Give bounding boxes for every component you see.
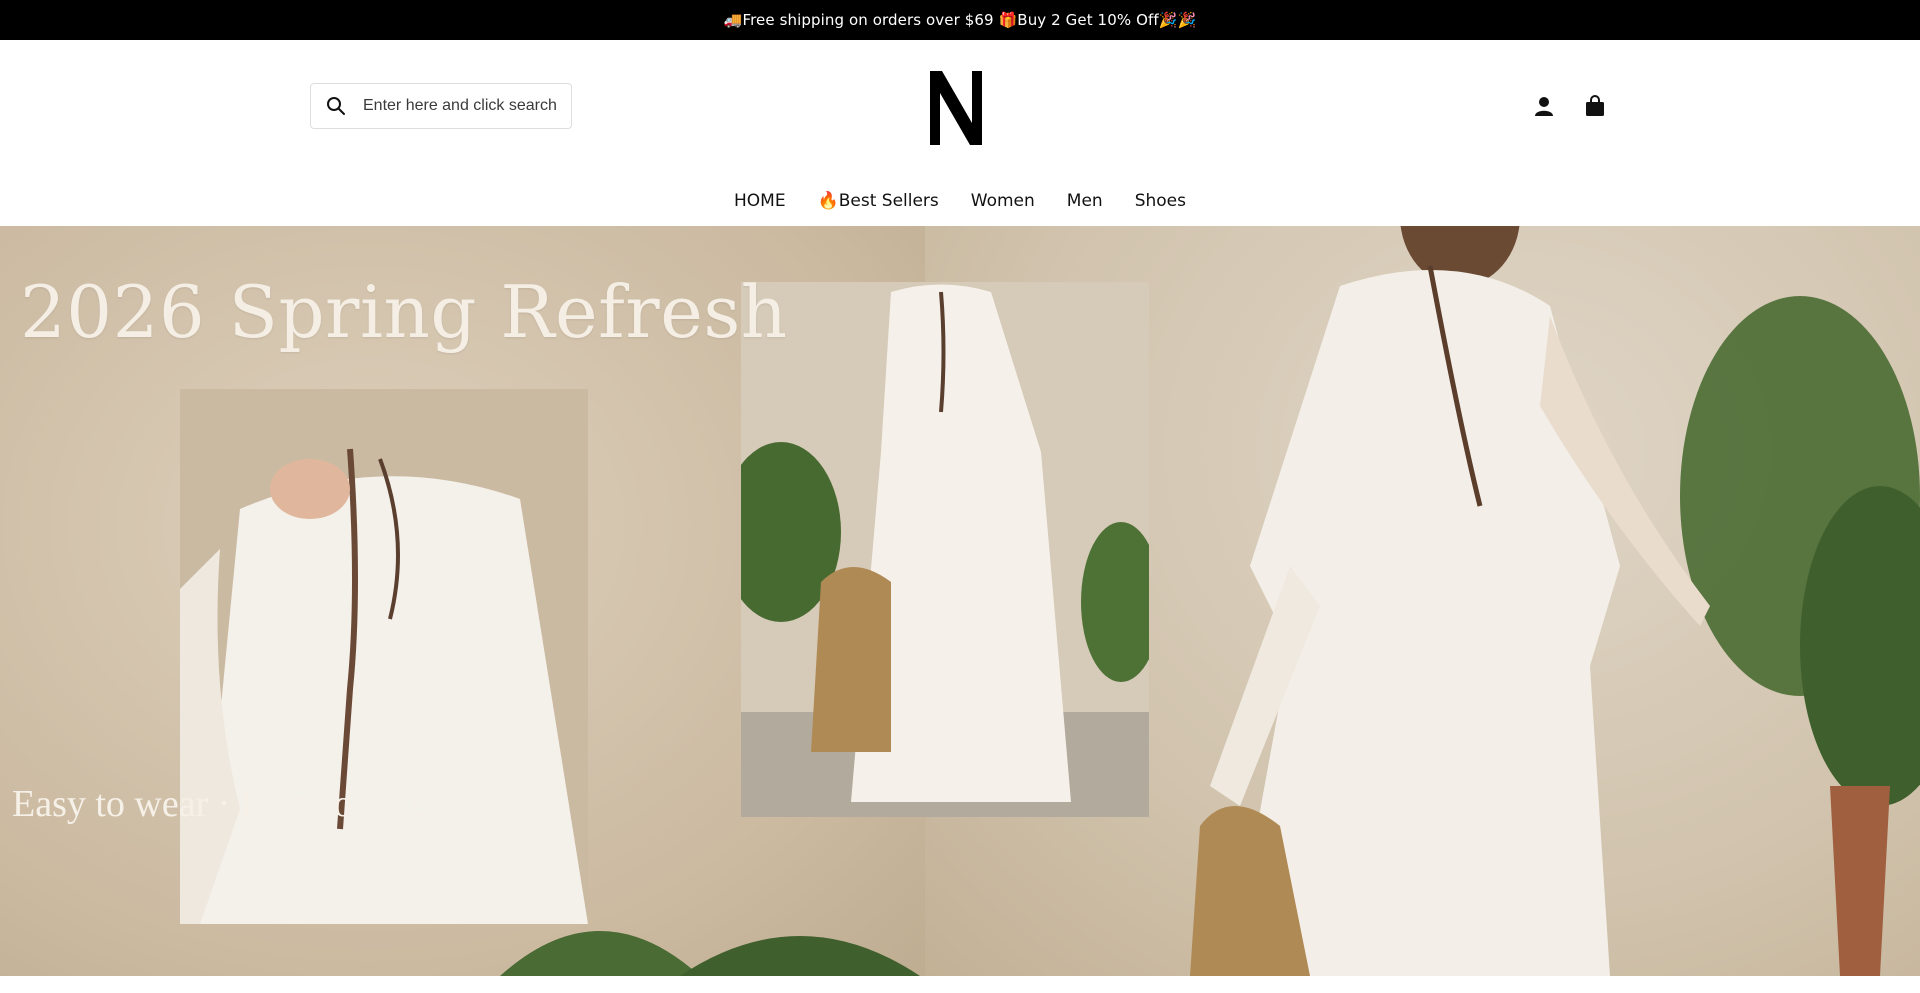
- hero-photo-closeup: [180, 389, 588, 924]
- nav-item-men[interactable]: Men: [1067, 186, 1103, 216]
- hero-plant-bottom: [500, 931, 920, 976]
- hero-title: 2026 Spring Refresh: [20, 270, 788, 354]
- account-icon[interactable]: [1532, 94, 1556, 118]
- nav-item-best-sellers[interactable]: 🔥Best Sellers: [818, 186, 939, 216]
- main-nav: HOME 🔥Best Sellers Women Men Shoes: [0, 186, 1920, 216]
- search-box[interactable]: [310, 83, 572, 129]
- hero-banner[interactable]: 2026 Spring Refresh Easy to wear · Easy …: [0, 226, 1920, 976]
- announcement-bar: 🚚Free shipping on orders over $69 🎁Buy 2…: [0, 0, 1920, 40]
- search-input[interactable]: [361, 96, 565, 116]
- hero-tagline: Easy to wear · Easy to love: [12, 783, 428, 825]
- site-header: HOME 🔥Best Sellers Women Men Shoes: [0, 40, 1920, 226]
- hero-photo-fullbody: [741, 282, 1149, 817]
- nav-item-women[interactable]: Women: [971, 186, 1035, 216]
- nav-item-shoes[interactable]: Shoes: [1135, 186, 1186, 216]
- nav-item-home[interactable]: HOME: [734, 186, 786, 216]
- announcement-text: 🚚Free shipping on orders over $69 🎁Buy 2…: [723, 11, 1197, 29]
- hero-model-right: [1190, 226, 1920, 976]
- search-icon[interactable]: [325, 95, 347, 117]
- cart-icon[interactable]: [1583, 94, 1607, 118]
- brand-logo[interactable]: [928, 71, 984, 145]
